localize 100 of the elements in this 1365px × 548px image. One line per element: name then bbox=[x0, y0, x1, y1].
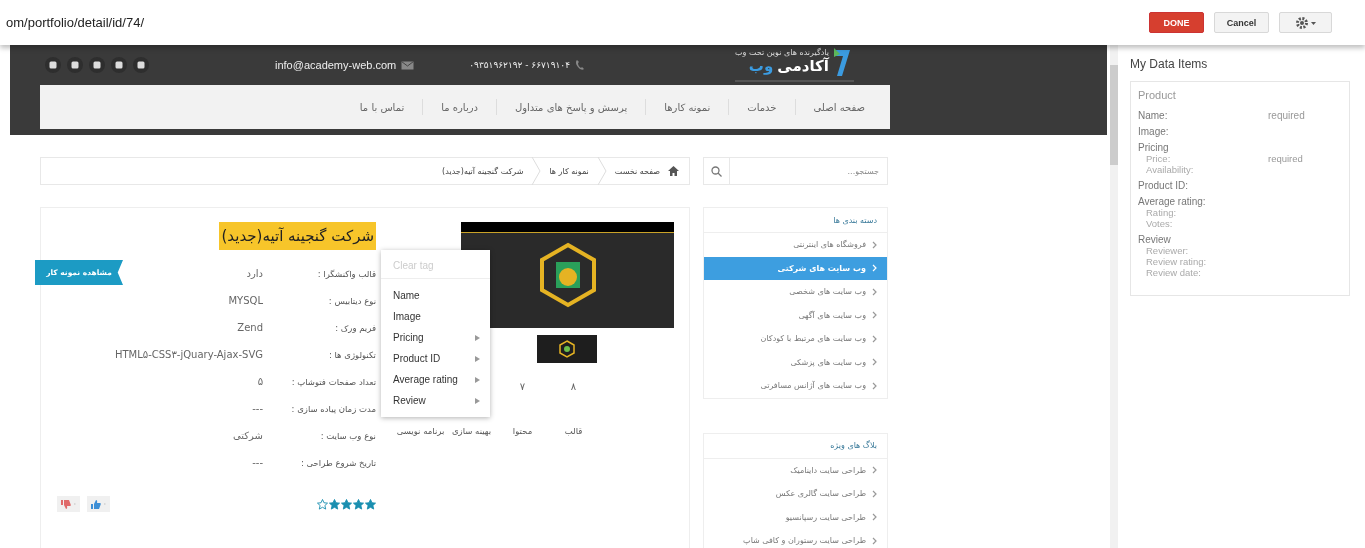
field-label: Pricing bbox=[1138, 142, 1170, 153]
category-link[interactable]: طراحی سایت داینامیک bbox=[704, 458, 887, 482]
social-media-icon[interactable] bbox=[133, 57, 149, 73]
social-media-icon[interactable] bbox=[67, 57, 83, 73]
submenu-arrow-icon bbox=[475, 334, 480, 341]
category-link[interactable]: طراحی سایت گالری عکس bbox=[704, 482, 887, 506]
chevron-icon bbox=[872, 358, 877, 367]
star-icon[interactable] bbox=[353, 498, 364, 510]
category-link[interactable]: طراحی سایت رستوران و کافی شاپ bbox=[704, 529, 887, 548]
cancel-button[interactable]: Cancel bbox=[1214, 12, 1269, 33]
thumbnail-image[interactable] bbox=[537, 335, 597, 363]
menu-item[interactable]: Average rating bbox=[381, 369, 490, 390]
submenu-arrow-icon bbox=[475, 355, 480, 362]
chevron-icon bbox=[872, 466, 877, 475]
nav-link[interactable]: خدمات bbox=[747, 101, 777, 113]
star-icon[interactable] bbox=[329, 498, 340, 510]
field-label: Average rating: bbox=[1138, 196, 1207, 207]
menu-item[interactable]: Image bbox=[381, 306, 490, 327]
field-label: Review date: bbox=[1146, 267, 1202, 278]
chevron-icon bbox=[872, 513, 877, 522]
submenu-arrow-icon bbox=[475, 376, 480, 383]
breadcrumb-link[interactable]: شرکت گنجینه آتیه(جدید) bbox=[442, 166, 524, 176]
menu-item[interactable]: Product ID bbox=[381, 348, 490, 369]
field-label: Rating: bbox=[1146, 207, 1178, 218]
field-label: Review bbox=[1138, 234, 1172, 245]
detail-value: MYSQL bbox=[228, 295, 263, 306]
submenu-arrow-icon bbox=[475, 397, 480, 404]
chevron-icon bbox=[872, 287, 877, 296]
menu-item[interactable]: Pricing bbox=[381, 327, 490, 348]
detail-label: قالب واکنشگرا : bbox=[316, 268, 376, 279]
logo-name: آکادمی bbox=[777, 57, 829, 75]
detail-value: شرکتی bbox=[233, 430, 263, 441]
chevron-icon bbox=[872, 311, 877, 320]
chevron-icon bbox=[872, 536, 877, 545]
detail-value: Zend bbox=[237, 322, 263, 333]
chevron-icon bbox=[872, 264, 877, 273]
hexagon-logo-icon bbox=[537, 242, 598, 308]
category-link[interactable]: وب سایت های پزشکی bbox=[704, 350, 887, 374]
social-media-icon[interactable] bbox=[45, 57, 61, 73]
search-icon bbox=[711, 165, 722, 177]
email-text: info@academy-web.com bbox=[275, 59, 397, 71]
search-field[interactable]: جستجو... bbox=[729, 157, 888, 185]
required-note: required bbox=[1268, 110, 1305, 121]
skill-label: بهینه سازی bbox=[451, 425, 492, 438]
nav-link[interactable]: نمونه کارها bbox=[664, 101, 711, 113]
breadcrumb-link[interactable]: نمونه کار ها bbox=[549, 166, 589, 176]
home-icon bbox=[668, 166, 679, 176]
field-label: Review rating: bbox=[1146, 256, 1208, 267]
portfolio-title: شرکت گنجینه آتیه(جدید) bbox=[219, 222, 376, 250]
nav-link[interactable]: صفحه اصلی bbox=[813, 101, 865, 113]
chevron-icon bbox=[872, 489, 877, 498]
menu-item[interactable]: Name bbox=[381, 285, 490, 306]
logo-accent: وب bbox=[748, 57, 774, 75]
detail-value: ۵ bbox=[257, 376, 263, 387]
nav-link[interactable]: درباره ما bbox=[441, 101, 478, 113]
phone-icon bbox=[575, 59, 586, 71]
envelope-icon bbox=[401, 60, 415, 70]
star-icon[interactable] bbox=[341, 498, 352, 510]
breadcrumb-link[interactable]: صفحه نخست bbox=[614, 166, 660, 176]
sidebar-heading: بلاگ های ویژه bbox=[704, 433, 887, 459]
skill-score: ۸ bbox=[570, 381, 577, 393]
category-link[interactable]: وب سایت های آگهی bbox=[704, 303, 887, 327]
field-label: Reviewer: bbox=[1146, 245, 1190, 256]
site-logo[interactable]: یادگیرنده های نوین تحت وب آکادمی وب bbox=[735, 48, 854, 82]
category-link[interactable]: وب سایت های شرکتی bbox=[704, 256, 887, 280]
settings-button[interactable] bbox=[1279, 12, 1332, 33]
skill-score: ۷ bbox=[519, 381, 526, 393]
detail-value: HTML۵-CSS۳-jQuary-Ajax-SVG bbox=[114, 349, 263, 360]
category-link[interactable]: طراحی سایت رسپانسیو bbox=[704, 505, 887, 529]
category-link[interactable]: فروشگاه های اینترنتی bbox=[704, 233, 887, 257]
social-media-icon[interactable] bbox=[89, 57, 105, 73]
chevron-icon bbox=[872, 334, 877, 343]
scrollbar[interactable] bbox=[1110, 45, 1118, 548]
field-label: Name: bbox=[1138, 110, 1169, 121]
star-icon[interactable] bbox=[365, 498, 376, 510]
category-link[interactable]: وب سایت های آژانس مسافرتی bbox=[704, 374, 887, 398]
menu-item[interactable]: Review bbox=[381, 390, 490, 411]
done-button[interactable]: DONE bbox=[1149, 12, 1204, 33]
thumbs-up-icon bbox=[90, 499, 101, 509]
phone-text: ۰۹۳۵۱۹۶۲۱۹۲ - ۶۶۷۱۹۱۰۴ bbox=[469, 60, 571, 70]
search-button[interactable] bbox=[703, 157, 729, 185]
skill-label: برنامه نویسی bbox=[396, 425, 445, 438]
chevron-icon bbox=[872, 381, 877, 390]
nav-link[interactable]: تماس با ما bbox=[359, 101, 405, 113]
detail-label: نوع دیتابیس : bbox=[327, 295, 376, 306]
category-link[interactable]: وب سایت های مرتبط با کودکان bbox=[704, 327, 887, 351]
star-icon[interactable] bbox=[317, 498, 328, 510]
field-label: Votes: bbox=[1146, 218, 1174, 229]
detail-label: فریم ورک : bbox=[334, 322, 376, 333]
detail-label: تاریخ شروع طراحی : bbox=[299, 457, 376, 468]
social-media-icon[interactable] bbox=[111, 57, 127, 73]
detail-value: --- bbox=[252, 457, 263, 468]
category-link[interactable]: وب سایت های شخصی bbox=[704, 280, 887, 304]
nav-link[interactable]: پرسش و پاسخ های متداول bbox=[515, 101, 628, 113]
skill-label: محتوا bbox=[512, 425, 533, 438]
page-url: om/portfolio/detail/id/74/ bbox=[5, 15, 145, 30]
detail-value: دارد bbox=[246, 268, 263, 279]
sidebar-heading: دسته بندی ها bbox=[704, 208, 887, 233]
field-label: Price: bbox=[1146, 153, 1172, 164]
field-label: Image: bbox=[1138, 126, 1170, 137]
